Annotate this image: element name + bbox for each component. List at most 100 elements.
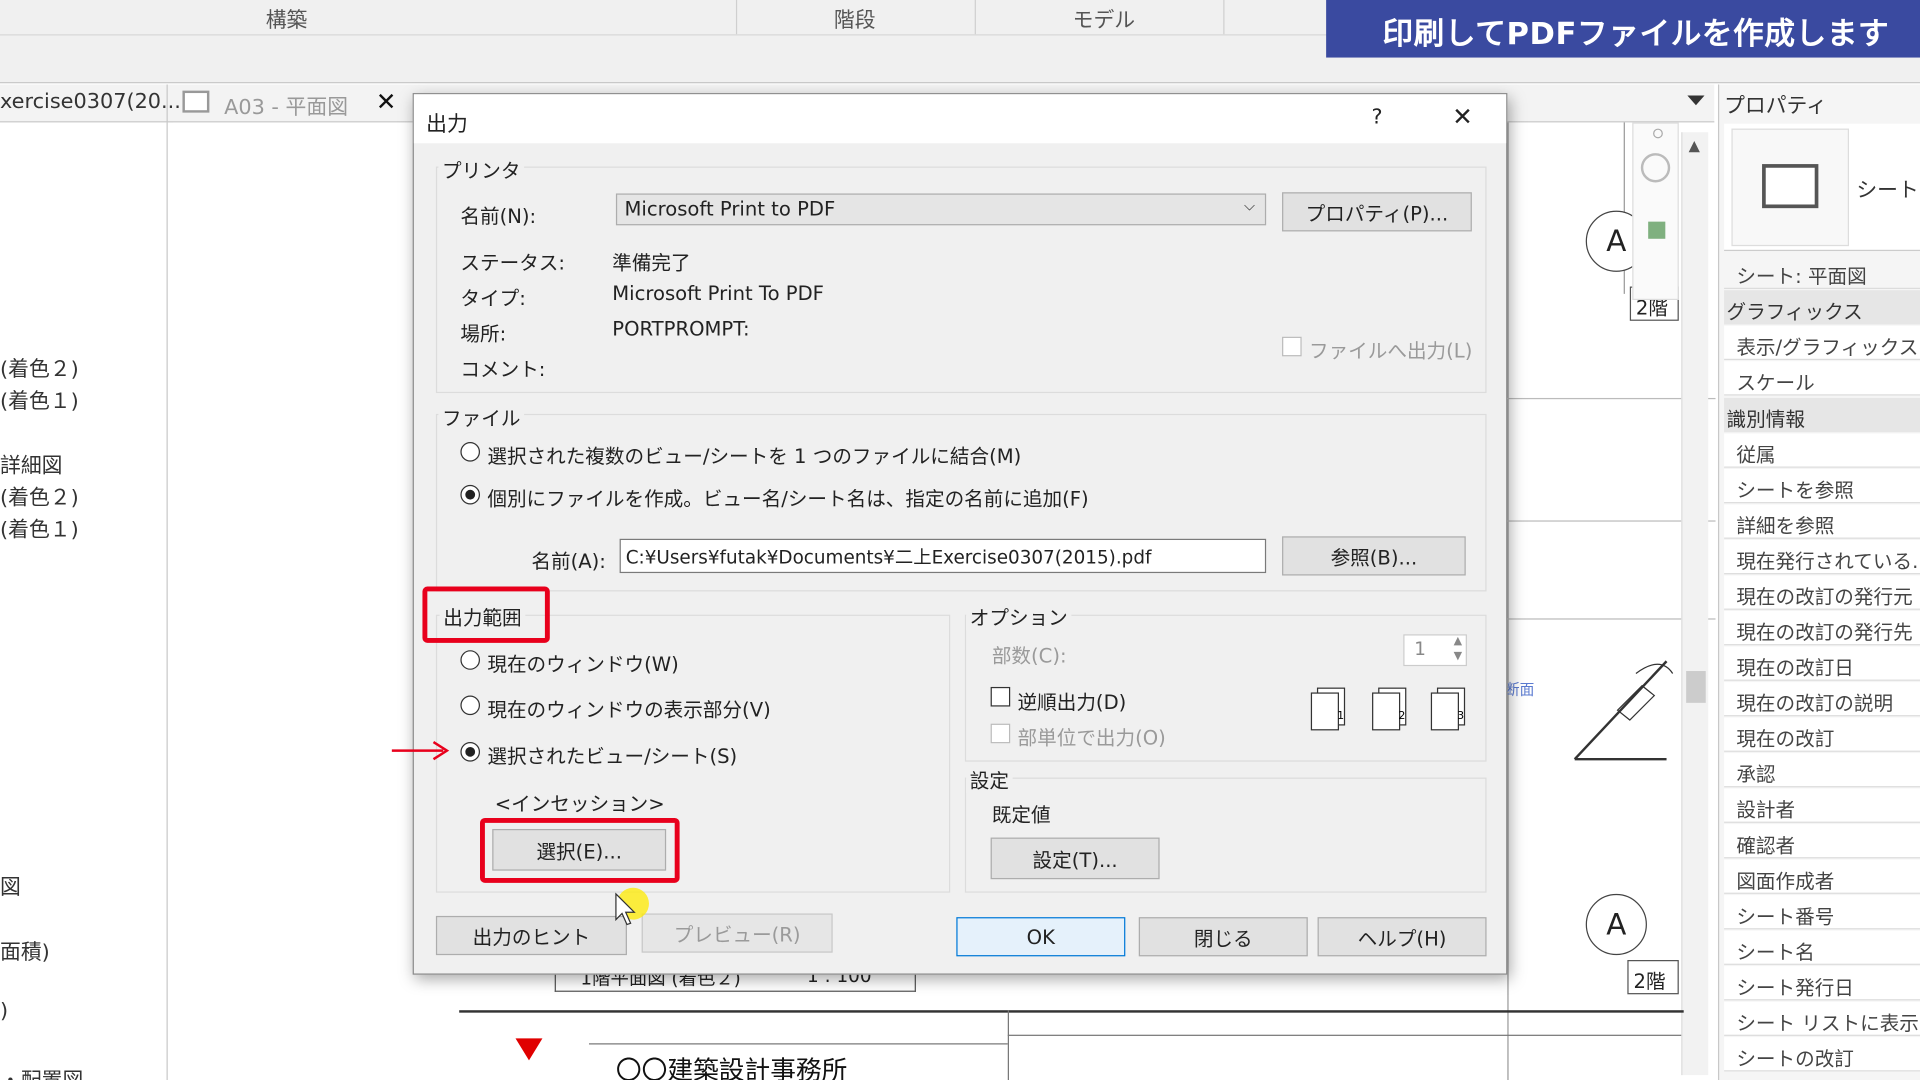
highlight-box <box>480 817 680 883</box>
section-label: 断面 <box>1504 680 1535 698</box>
combine-radio[interactable] <box>460 442 481 462</box>
mouse-cursor-icon <box>615 892 636 926</box>
close-icon[interactable]: ✕ <box>1452 102 1473 131</box>
browser-item[interactable]: 面積) <box>0 934 50 964</box>
sheet-type-icon <box>1731 128 1849 247</box>
prop-row[interactable]: 表示/グラフィックスの... <box>1724 325 1920 361</box>
svg-text:3: 3 <box>1457 709 1464 722</box>
scroll-up-icon[interactable]: ▲ <box>1689 137 1700 154</box>
vertical-scrollbar[interactable]: ▲ <box>1681 132 1709 1076</box>
grid-label: A <box>1606 224 1627 259</box>
prop-row[interactable]: シートの改訂 <box>1724 1037 1920 1072</box>
project-tab[interactable]: xercise0307(20... <box>0 84 181 123</box>
view-tab-a03[interactable]: A03 - 平面図 ✕ <box>180 84 413 122</box>
reverse-order-checkbox[interactable] <box>990 686 1011 707</box>
printer-properties-button[interactable]: プロパティ(P)... <box>1282 192 1472 232</box>
prop-row[interactable]: 確認者 <box>1724 824 1920 859</box>
view-cube-icon[interactable] <box>1640 153 1671 183</box>
prop-row[interactable]: 図面作成者 <box>1724 859 1920 894</box>
browse-button[interactable]: 参照(B)... <box>1282 536 1466 576</box>
visible-portion-radio[interactable] <box>460 695 481 716</box>
browser-item[interactable]: ) <box>0 999 8 1023</box>
chevron-down-icon: ⌵ <box>1243 197 1256 215</box>
prop-row[interactable]: シート発行日 <box>1724 966 1920 1001</box>
type-selector[interactable]: シート <box>1724 123 1920 252</box>
instance-selector[interactable]: シート: 平面図 <box>1724 254 1920 289</box>
visible-portion-label: 現在のウィンドウの表示部分(V) <box>487 697 771 722</box>
spinner-arrows-icon[interactable]: ▲ ▼ <box>1454 634 1462 663</box>
ribbon-tab-stairs[interactable]: 階段 <box>834 2 876 33</box>
prop-row[interactable]: シートを参照 <box>1724 468 1920 504</box>
printer-name-value: Microsoft Print to PDF <box>624 197 836 221</box>
page-order-1-icon: 1 <box>1310 687 1346 731</box>
page-order-2-icon: 2 <box>1372 687 1407 731</box>
close-tab-icon[interactable]: ✕ <box>376 87 397 116</box>
group-identity[interactable]: 識別情報 <box>1724 397 1920 433</box>
red-arrow-icon <box>391 741 450 761</box>
settings-button[interactable]: 設定(T)... <box>990 837 1160 880</box>
collate-label: 部単位で出力(O) <box>1017 726 1166 750</box>
scroll-thumb[interactable] <box>1686 671 1706 703</box>
prop-row[interactable]: シート名 <box>1724 930 1920 965</box>
browser-item[interactable]: (着色１) <box>0 512 79 542</box>
type-label: タイプ: <box>460 286 526 310</box>
reverse-order-label: 逆順出力(D) <box>1017 690 1127 714</box>
prop-row[interactable]: シート リストに表示 <box>1724 1001 1920 1036</box>
browser-item[interactable]: (着色１) <box>0 383 79 413</box>
help-icon[interactable]: ? <box>1371 105 1382 129</box>
printer-group-label: プリンタ <box>438 154 525 184</box>
properties-panel: プロパティ シート シート: 平面図 グラフィックス 表示/グラフィックスの..… <box>1717 84 1920 1080</box>
ok-button[interactable]: OK <box>956 917 1126 957</box>
group-graphics[interactable]: グラフィックス <box>1724 290 1920 325</box>
prop-row[interactable]: 現在の改訂日 <box>1724 646 1920 681</box>
prop-row[interactable]: シート番号 <box>1724 895 1920 930</box>
prop-row[interactable]: 承認 <box>1724 753 1920 788</box>
prop-row[interactable]: 設計者 <box>1724 788 1920 823</box>
prop-row[interactable]: 現在発行されている... <box>1724 540 1920 575</box>
copies-spinner[interactable]: 1 ▲ ▼ <box>1403 634 1467 667</box>
project-browser: (着色２) (着色１) 詳細図 (着色２) (着色１) 図 面積) ) ・配置図 <box>0 122 168 1080</box>
ribbon-tab-build[interactable]: 構築 <box>266 2 308 33</box>
navigation-bar[interactable] <box>1632 122 1679 301</box>
copies-label: 部数(C): <box>991 644 1067 668</box>
svg-text:1: 1 <box>1337 709 1344 722</box>
separate-radio[interactable] <box>460 484 481 505</box>
prop-row[interactable]: スケール <box>1724 361 1920 396</box>
level-label: 2階 <box>1633 969 1666 994</box>
print-hints-button[interactable]: 出力のヒント <box>435 915 627 956</box>
type-name: シート <box>1856 178 1919 204</box>
red-marker-icon <box>515 1038 543 1061</box>
close-nav-icon[interactable] <box>1653 128 1663 139</box>
office-name: 〇〇建築設計事務所 <box>615 1055 848 1080</box>
ribbon-tab-model[interactable]: モデル <box>1073 2 1135 33</box>
prop-row[interactable]: 現在の改訂の発行元 <box>1724 575 1920 610</box>
page-order-3-icon: 3 <box>1430 687 1466 731</box>
browser-item[interactable]: (着色２) <box>0 480 79 510</box>
settings-group-label: 設定 <box>966 764 1013 794</box>
close-button[interactable]: 閉じる <box>1138 917 1308 957</box>
print-to-file-checkbox[interactable] <box>1282 336 1302 357</box>
prop-row[interactable]: 現在の改訂 <box>1724 717 1920 752</box>
dialog-title: 出力 <box>426 112 468 138</box>
level-tag: 2階 <box>1627 960 1679 995</box>
browser-item[interactable]: 詳細図 <box>0 448 62 478</box>
prop-row[interactable]: 現在の改訂の説明 <box>1724 682 1920 717</box>
browser-item[interactable]: (着色２) <box>0 351 79 382</box>
dropdown-arrow-icon[interactable] <box>1687 95 1705 106</box>
prop-row[interactable]: 従属 <box>1724 433 1920 468</box>
print-dialog: 出力 ? ✕ プリンタ 名前(N): Microsoft Print to PD… <box>412 93 1508 975</box>
steering-wheel-icon[interactable] <box>1648 221 1666 239</box>
browser-item[interactable]: 図 <box>0 869 21 900</box>
current-window-radio[interactable] <box>460 650 481 670</box>
status-value: 準備完了 <box>612 251 691 275</box>
prop-row[interactable]: 現在の改訂の発行先 <box>1724 611 1920 646</box>
file-name-input[interactable] <box>619 538 1267 574</box>
selected-views-radio[interactable] <box>460 742 481 762</box>
copies-value: 1 <box>1414 637 1426 661</box>
browser-item[interactable]: ・配置図 <box>0 1063 83 1080</box>
prop-row[interactable]: 詳細を参照 <box>1724 504 1920 539</box>
printer-name-select[interactable]: Microsoft Print to PDF ⌵ <box>615 193 1267 226</box>
help-button[interactable]: ヘルプ(H) <box>1317 917 1487 957</box>
preview-button[interactable]: プレビュー(R) <box>641 913 833 953</box>
collate-checkbox[interactable] <box>990 723 1011 744</box>
